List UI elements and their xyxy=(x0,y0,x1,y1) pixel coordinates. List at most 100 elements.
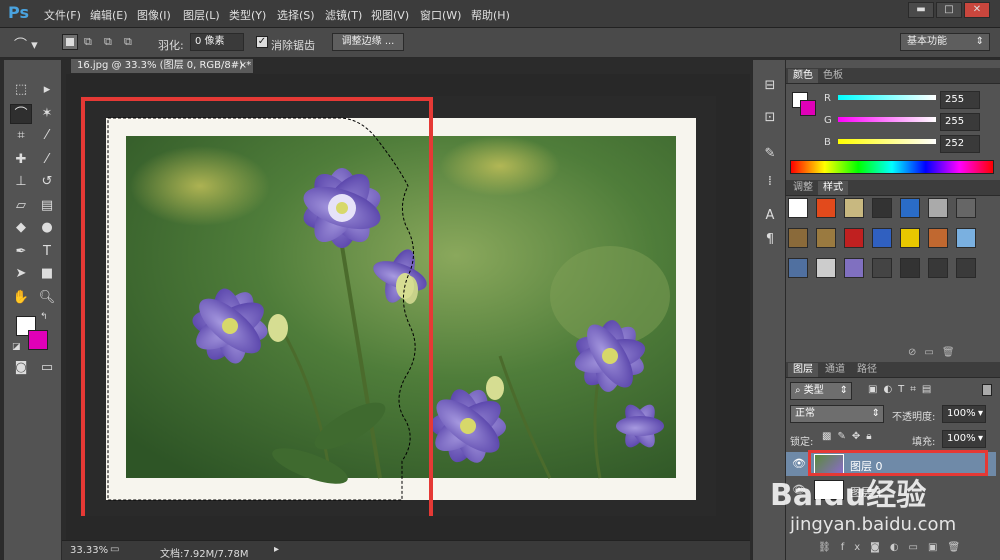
style-swatch[interactable] xyxy=(844,228,864,248)
document-tab[interactable]: 16.jpg @ 33.3% (图层 0, RGB/8#) * × xyxy=(70,58,254,74)
quick-mask-icon[interactable]: ◙ xyxy=(10,358,32,378)
blend-mode-select[interactable]: 正常 ⇕ xyxy=(790,405,884,423)
g-slider[interactable] xyxy=(838,117,936,122)
blur-tool-icon[interactable]: ◆ xyxy=(10,218,32,238)
menu-image[interactable]: 图像(I) xyxy=(137,7,171,23)
swap-colors-icon[interactable]: ↰ xyxy=(40,312,48,322)
restore-button[interactable]: □ xyxy=(936,2,962,18)
style-swatch[interactable] xyxy=(956,228,976,248)
crop-tool-icon[interactable]: ⌗ xyxy=(10,126,32,146)
style-swatch[interactable] xyxy=(928,228,948,248)
eyedropper-icon[interactable]: ⁄ xyxy=(36,126,58,146)
color-spectrum[interactable] xyxy=(790,160,994,174)
style-swatch[interactable] xyxy=(872,198,892,218)
style-swatch[interactable] xyxy=(956,258,976,278)
tab-adjustments[interactable]: 调整 xyxy=(788,181,818,195)
menu-window[interactable]: 窗口(W) xyxy=(420,7,461,23)
style-swatch[interactable] xyxy=(872,228,892,248)
background-color-swatch[interactable] xyxy=(28,330,48,350)
add-selection-icon[interactable]: ⧉ xyxy=(84,35,98,49)
move-tool-icon[interactable]: ▸ xyxy=(36,80,58,100)
b-value[interactable]: 252 xyxy=(940,135,980,153)
filter-toggle[interactable] xyxy=(982,384,992,396)
lasso-tool-preset-icon[interactable]: ⌒ ▾ xyxy=(14,34,48,53)
tab-paths[interactable]: 路径 xyxy=(852,363,882,377)
tab-channels[interactable]: 通道 xyxy=(820,363,850,377)
paragraph-panel-icon[interactable]: ¶ xyxy=(759,230,781,250)
menu-help[interactable]: 帮助(H) xyxy=(471,7,510,23)
character-panel-icon[interactable]: A xyxy=(759,206,781,226)
g-value[interactable]: 255 xyxy=(940,113,980,131)
close-tab-icon[interactable]: × xyxy=(239,59,247,73)
gradient-tool-icon[interactable]: ▤ xyxy=(36,196,58,216)
history-brush-icon[interactable]: ↺ xyxy=(36,172,58,192)
visibility-eye-icon[interactable]: 👁︎ xyxy=(792,457,806,470)
menu-view[interactable]: 视图(V) xyxy=(371,7,409,23)
lasso-tool-icon[interactable]: ⌒ xyxy=(10,104,32,124)
fill-input[interactable]: 100% ▾ xyxy=(942,430,986,448)
menu-file[interactable]: 文件(F) xyxy=(44,7,81,23)
style-swatch[interactable] xyxy=(928,198,948,218)
properties-panel-icon[interactable]: ⊡ xyxy=(759,108,781,128)
workspace-select[interactable]: 基本功能 ⇕ xyxy=(900,33,990,51)
default-colors-icon[interactable]: ◪ xyxy=(12,342,21,352)
new-selection-icon[interactable] xyxy=(62,34,78,50)
healing-brush-icon[interactable]: ✚ xyxy=(10,150,32,170)
style-swatch[interactable] xyxy=(956,198,976,218)
type-tool-icon[interactable]: T xyxy=(36,242,58,262)
style-swatch[interactable] xyxy=(788,258,808,278)
tab-swatches[interactable]: 色板 xyxy=(818,69,848,83)
dodge-tool-icon[interactable]: ● xyxy=(36,218,58,238)
style-swatch[interactable] xyxy=(928,258,948,278)
close-button[interactable]: ✕ xyxy=(964,2,990,18)
brush-presets-icon[interactable]: ⁞ xyxy=(759,172,781,192)
pen-tool-icon[interactable]: ✒ xyxy=(10,242,32,262)
feather-input[interactable]: 0 像素 xyxy=(190,33,244,51)
path-selection-icon[interactable]: ➤ xyxy=(10,264,32,284)
layer-filter-icons[interactable]: ▣◐T⌗▤ xyxy=(868,384,937,395)
clone-stamp-icon[interactable]: ⊥ xyxy=(10,172,32,192)
zoom-level[interactable]: 33.33% xyxy=(70,545,108,556)
styles-footer-icons[interactable]: ⊘▭🗑︎ xyxy=(908,347,963,358)
style-swatch[interactable] xyxy=(816,258,836,278)
tab-styles[interactable]: 样式 xyxy=(818,181,848,195)
refine-edge-button[interactable]: 调整边缘 ... xyxy=(332,33,404,51)
zoom-tool-icon[interactable]: 🔍︎ xyxy=(36,288,58,308)
tab-layers[interactable]: 图层 xyxy=(788,363,818,377)
style-swatch[interactable] xyxy=(788,228,808,248)
style-swatch[interactable] xyxy=(844,258,864,278)
eraser-tool-icon[interactable]: ▱ xyxy=(10,196,32,216)
subtract-selection-icon[interactable]: ⧉ xyxy=(104,35,118,49)
document-canvas[interactable] xyxy=(80,96,716,516)
layer-filter-select[interactable]: ⌕ 类型 ⇕ xyxy=(790,382,852,400)
tab-color[interactable]: 颜色 xyxy=(788,69,818,83)
layers-footer-icons[interactable]: ⛓fx◙◐▭▣🗑︎ xyxy=(818,542,970,553)
style-swatch[interactable] xyxy=(816,228,836,248)
lock-icons[interactable]: ▩✎✥🔒︎ xyxy=(822,431,878,442)
style-swatch[interactable] xyxy=(816,198,836,218)
menu-layer[interactable]: 图层(L) xyxy=(183,7,220,23)
menu-select[interactable]: 选择(S) xyxy=(277,7,315,23)
menu-type[interactable]: 类型(Y) xyxy=(229,7,266,23)
menu-filter[interactable]: 滤镜(T) xyxy=(325,7,362,23)
b-slider[interactable] xyxy=(838,139,936,144)
minimize-button[interactable]: ▬ xyxy=(908,2,934,18)
opacity-input[interactable]: 100% ▾ xyxy=(942,405,986,423)
history-panel-icon[interactable]: ⊟ xyxy=(759,76,781,96)
style-swatch[interactable] xyxy=(788,198,808,218)
color-bg-swatch[interactable] xyxy=(800,100,816,116)
menu-edit[interactable]: 编辑(E) xyxy=(90,7,128,23)
status-menu-arrow-icon[interactable]: ▸ xyxy=(274,544,279,555)
brush-panel-icon[interactable]: ✎ xyxy=(759,144,781,164)
antialias-checkbox[interactable]: ✓ xyxy=(256,36,268,48)
style-swatch[interactable] xyxy=(872,258,892,278)
brush-tool-icon[interactable]: ⁄ xyxy=(36,150,58,170)
magic-wand-icon[interactable]: ✶ xyxy=(36,104,58,124)
hand-tool-icon[interactable]: ✋ xyxy=(10,288,32,308)
style-swatch[interactable] xyxy=(900,198,920,218)
style-swatch[interactable] xyxy=(900,228,920,248)
shape-tool-icon[interactable]: ■ xyxy=(36,264,58,284)
style-swatch[interactable] xyxy=(900,258,920,278)
r-value[interactable]: 255 xyxy=(940,91,980,109)
style-swatch[interactable] xyxy=(844,198,864,218)
